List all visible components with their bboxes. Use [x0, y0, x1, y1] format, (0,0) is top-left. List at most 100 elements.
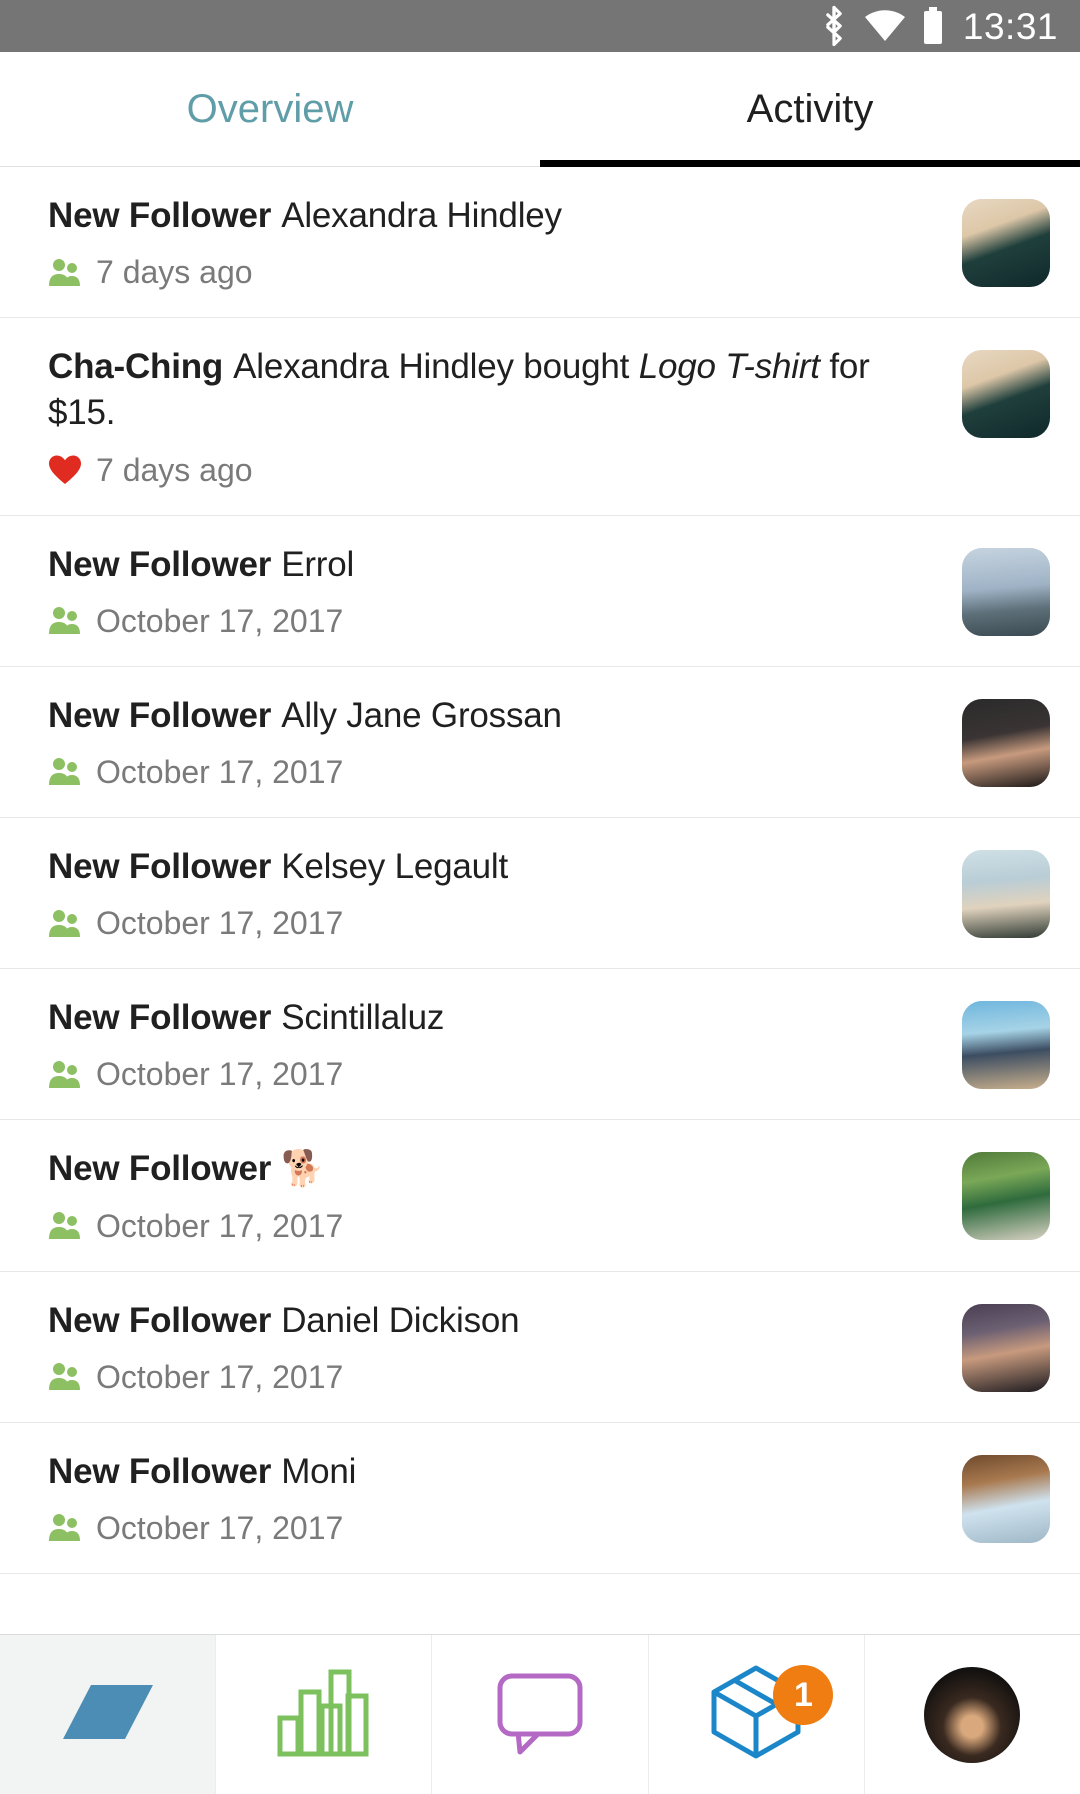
activity-subject: Kelsey Legault: [281, 846, 508, 886]
activity-row[interactable]: New Follower Scintillaluz October 17, 2017: [0, 969, 1080, 1121]
shop-tab[interactable]: [0, 1635, 217, 1794]
app-root: 13:31 Overview Activity New Follower Alex…: [0, 0, 1080, 1794]
activity-product-name: Logo T-shirt: [638, 347, 820, 387]
followers-icon: [48, 1209, 82, 1243]
activity-subject: Ally Jane Grossan: [281, 695, 562, 735]
activity-row[interactable]: New Follower 🐕 October 17, 2017: [0, 1120, 1080, 1272]
activity-timestamp: 7 days ago: [96, 451, 253, 488]
bottom-navigation-bar: 1: [0, 1634, 1080, 1794]
activity-row-body: New Follower Daniel Dickison October 17, 2…: [48, 1298, 962, 1396]
tab-overview[interactable]: Overview: [0, 52, 540, 166]
avatar[interactable]: [962, 350, 1050, 439]
nav-spacer: [0, 1604, 1080, 1634]
activity-timestamp: October 17, 2017: [96, 753, 344, 790]
activity-subject: Moni: [281, 1451, 357, 1491]
activity-title: New Follower Ally Jane Grossan: [48, 693, 938, 739]
activity-title: New Follower Scintillaluz: [48, 995, 938, 1041]
parallelogram-shop-icon: [53, 1667, 163, 1762]
activity-title: New Follower Errol: [48, 542, 938, 588]
activity-row-body: Cha-Ching Alexandra Hindley bought Logo T…: [48, 344, 962, 488]
heart-icon: [48, 453, 82, 487]
activity-row[interactable]: New Follower Alexandra Hindley 7 days ago: [0, 167, 1080, 319]
avatar[interactable]: [962, 1001, 1050, 1090]
activity-title: New Follower Kelsey Legault: [48, 844, 938, 890]
avatar-image: [962, 547, 1050, 636]
activity-kind: New Follower: [48, 695, 272, 735]
activity-meta: October 17, 2017: [48, 1208, 938, 1245]
activity-list[interactable]: New Follower Alexandra Hindley 7 days ago C…: [0, 167, 1080, 1604]
activity-row-body: New Follower 🐕 October 17, 2017: [48, 1146, 962, 1244]
tab-activity[interactable]: Activity: [540, 52, 1080, 167]
activity-title: New Follower Moni: [48, 1449, 938, 1495]
activity-title: New Follower Alexandra Hindley: [48, 193, 938, 239]
activity-kind: New Follower: [48, 1451, 272, 1491]
avatar-image: [962, 199, 1050, 287]
activity-meta: October 17, 2017: [48, 1056, 938, 1093]
status-time: 13:31: [962, 5, 1058, 47]
status-bar: 13:31: [0, 0, 1080, 52]
avatar-image: [962, 350, 1050, 439]
activity-timestamp: October 17, 2017: [96, 905, 344, 942]
activity-title: Cha-Ching Alexandra Hindley bought Logo T…: [48, 344, 938, 436]
activity-row[interactable]: New Follower Errol October 17, 2017: [0, 516, 1080, 667]
activity-kind: New Follower: [48, 846, 272, 886]
activity-row[interactable]: Cha-Ching Alexandra Hindley bought Logo T…: [0, 318, 1080, 516]
activity-meta: 7 days ago: [48, 254, 938, 291]
avatar[interactable]: [962, 698, 1050, 787]
avatar-image: [962, 1454, 1050, 1543]
activity-row[interactable]: New Follower Moni October 17, 2017: [0, 1423, 1080, 1574]
activity-timestamp: October 17, 2017: [96, 1509, 344, 1546]
user-avatar-icon: [924, 1666, 1021, 1763]
activity-title: New Follower 🐕: [48, 1146, 938, 1192]
followers-icon: [48, 1058, 82, 1092]
avatar-image: [962, 849, 1050, 938]
speech-bubble-icon: [494, 1666, 586, 1763]
activity-timestamp: 7 days ago: [96, 254, 253, 291]
avatar[interactable]: [962, 1454, 1050, 1543]
activity-row[interactable]: New Follower Kelsey Legault October 17, 20…: [0, 818, 1080, 970]
activity-kind: Cha-Ching: [48, 347, 224, 387]
avatar[interactable]: [962, 1152, 1050, 1241]
activity-row-body: New Follower Errol October 17, 2017: [48, 542, 962, 640]
activity-kind: New Follower: [48, 998, 272, 1038]
activity-meta: October 17, 2017: [48, 905, 938, 942]
activity-meta: October 17, 2017: [48, 754, 938, 791]
activity-meta: October 17, 2017: [48, 1359, 938, 1396]
activity-row-body: New Follower Moni October 17, 2017: [48, 1449, 962, 1547]
activity-timestamp: October 17, 2017: [96, 1056, 344, 1093]
orders-tab[interactable]: 1: [649, 1635, 865, 1794]
avatar[interactable]: [962, 1303, 1050, 1392]
activity-subject: Alexandra Hindley bought: [233, 347, 639, 387]
activity-timestamp: October 17, 2017: [96, 1358, 344, 1395]
followers-icon: [48, 907, 82, 941]
activity-row[interactable]: New Follower Ally Jane Grossan October 17,…: [0, 667, 1080, 818]
top-tab-bar: Overview Activity: [0, 52, 1080, 167]
bar-chart-icon: [276, 1666, 372, 1763]
activity-row-body: New Follower Scintillaluz October 17, 2017: [48, 995, 962, 1093]
followers-icon: [48, 1360, 82, 1394]
activity-row-body: New Follower Alexandra Hindley 7 days ago: [48, 193, 962, 291]
activity-subject: 🐕: [281, 1149, 325, 1189]
avatar[interactable]: [962, 849, 1050, 938]
activity-row[interactable]: New Follower Daniel Dickison October 17, 2…: [0, 1272, 1080, 1423]
messages-tab[interactable]: [432, 1635, 649, 1794]
avatar[interactable]: [962, 547, 1050, 636]
battery-icon: [921, 6, 945, 46]
stats-tab[interactable]: [216, 1635, 433, 1794]
activity-kind: New Follower: [48, 544, 272, 584]
avatar-image: [962, 1152, 1050, 1241]
bluetooth-icon: [819, 5, 849, 47]
activity-subject: Daniel Dickison: [281, 1300, 520, 1340]
followers-icon: [48, 1511, 82, 1545]
activity-kind: New Follower: [48, 1149, 272, 1189]
activity-row-body: New Follower Kelsey Legault October 17, 20…: [48, 844, 962, 942]
followers-icon: [48, 755, 82, 789]
followers-icon: [48, 604, 82, 638]
activity-row-body: New Follower Ally Jane Grossan October 17,…: [48, 693, 962, 791]
activity-title: New Follower Daniel Dickison: [48, 1298, 938, 1344]
avatar-image: [962, 1303, 1050, 1392]
avatar[interactable]: [962, 199, 1050, 287]
activity-meta: 7 days ago: [48, 452, 938, 489]
account-tab[interactable]: [865, 1635, 1080, 1794]
activity-subject: Scintillaluz: [281, 998, 445, 1038]
